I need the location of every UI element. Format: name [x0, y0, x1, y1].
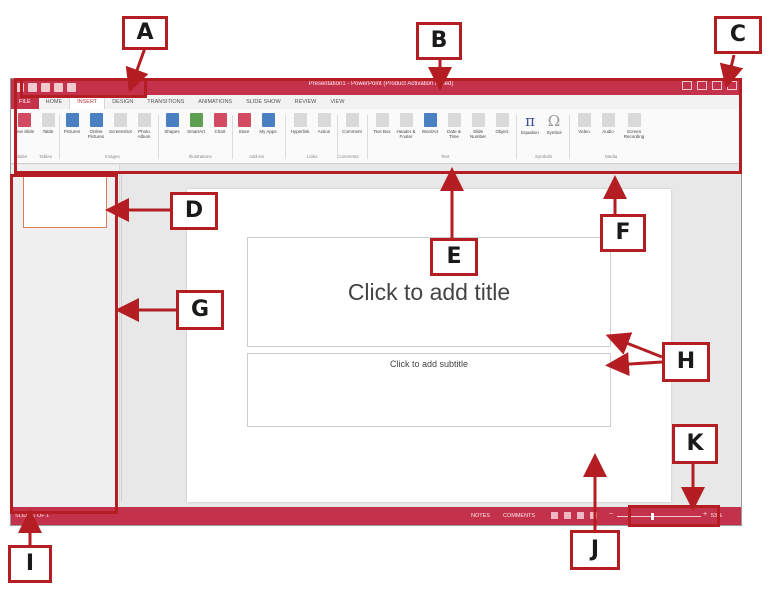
callout-i: I — [8, 545, 52, 583]
arrow-h-top — [605, 332, 663, 359]
callout-b: B — [416, 22, 462, 60]
arrow-a — [125, 47, 149, 93]
callout-g: G — [176, 290, 224, 330]
arrow-h-bottom — [605, 352, 663, 377]
callout-c: C — [714, 16, 762, 54]
callout-h: H — [662, 342, 710, 382]
callout-k: K — [672, 424, 718, 464]
callout-e: E — [430, 238, 478, 276]
callout-arrows — [18, 47, 744, 545]
callout-j: J — [570, 530, 620, 570]
arrow-c — [719, 54, 744, 89]
callout-f: F — [600, 214, 646, 252]
callout-d: D — [170, 192, 218, 230]
callout-a: A — [122, 16, 168, 50]
